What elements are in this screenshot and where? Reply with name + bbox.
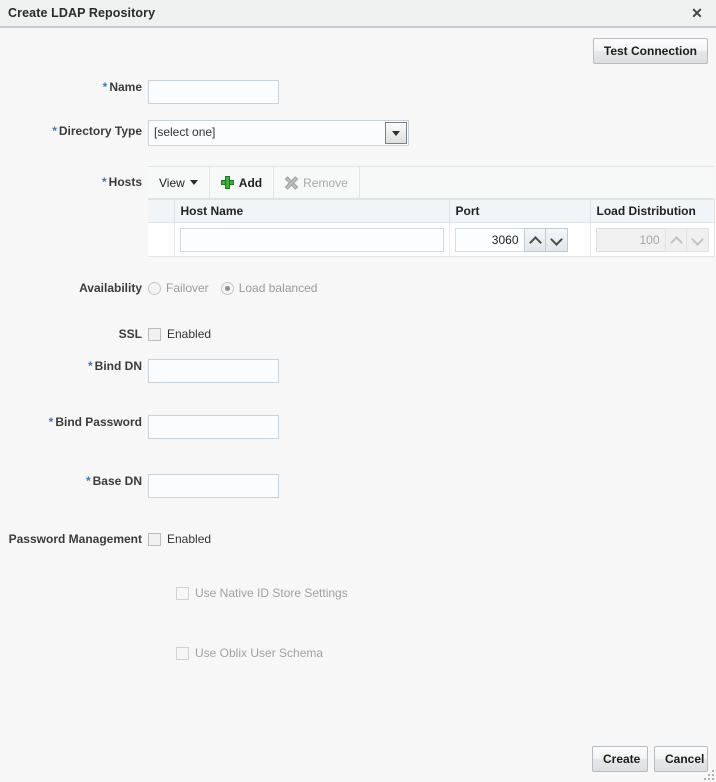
base-dn-field-wrap (148, 474, 716, 498)
load-distribution-decrement-icon (686, 227, 709, 252)
hosts-remove-button: Remove (274, 167, 360, 199)
plus-icon (220, 176, 234, 189)
directory-type-select[interactable]: [select one] (148, 120, 409, 146)
field-row-bind-dn: * Bind DN (0, 359, 716, 383)
hosts-add-button[interactable]: Add (209, 167, 275, 199)
availability-radio-failover (148, 281, 161, 295)
base-dn-label: * Base DN (85, 474, 142, 488)
close-icon[interactable]: ✕ (688, 4, 706, 22)
required-marker: * (88, 359, 93, 373)
hosts-row-port-cell (449, 222, 591, 257)
field-row-ssl: SSL Enabled (0, 327, 716, 341)
password-management-label: Password Management (8, 532, 142, 546)
password-management-field-wrap: Enabled (148, 532, 716, 546)
field-row-directory-type: * Directory Type [select one] (0, 120, 716, 146)
hosts-col-host-name: Host Name (174, 199, 450, 223)
x-cross-icon (285, 176, 298, 189)
hosts-table-toolbar: View Add Remove (148, 166, 714, 199)
port-stepper[interactable] (454, 227, 568, 252)
ssl-field-wrap: Enabled (148, 327, 716, 341)
table-row[interactable] (148, 222, 715, 257)
hosts-toolbar-filler (359, 167, 714, 199)
dialog-footer: Create Cancel (0, 736, 716, 782)
chevron-down-icon (189, 180, 198, 185)
bind-dn-input[interactable] (148, 359, 279, 383)
dialog-title: Create LDAP Repository (8, 6, 156, 20)
use-oblix-user-schema-field-wrap: Use Oblix User Schema (148, 646, 716, 660)
port-decrement-icon[interactable] (545, 227, 568, 252)
availability-radio-load-balanced (220, 281, 234, 295)
bind-dn-field-wrap (148, 359, 716, 383)
name-input[interactable] (148, 80, 279, 104)
name-label: * Name (102, 80, 142, 94)
use-native-id-store-field-wrap: Use Native ID Store Settings (148, 586, 716, 600)
ssl-enabled-checkbox[interactable] (148, 327, 161, 341)
hosts-row-host-name-cell (174, 222, 450, 257)
hosts-col-select (148, 199, 175, 223)
hosts-col-port: Port (449, 199, 591, 223)
bind-password-input[interactable] (148, 415, 279, 439)
required-marker: * (101, 175, 107, 189)
hosts-remove-label: Remove (303, 175, 348, 190)
chevron-down-icon[interactable] (385, 122, 407, 144)
host-name-input[interactable] (179, 227, 444, 252)
availability-label: Availability (79, 281, 142, 295)
use-oblix-user-schema-checkbox (176, 646, 189, 660)
availability-radio-load-balanced-label: Load balanced (238, 281, 318, 295)
bind-password-field-wrap (148, 415, 716, 439)
port-input[interactable] (454, 227, 524, 252)
ldap-repository-form: * Name * Directory Type [select one] * Host… (0, 80, 716, 660)
field-row-bind-password: * Bind Password (0, 415, 716, 439)
field-row-name: * Name (0, 80, 716, 104)
load-distribution-increment-icon (664, 227, 687, 252)
cancel-button[interactable]: Cancel (654, 746, 708, 772)
field-row-use-native-id-store: Use Native ID Store Settings (0, 586, 716, 600)
use-oblix-user-schema-label: Use Oblix User Schema (195, 646, 324, 660)
hosts-add-label: Add (238, 175, 263, 190)
load-distribution-input (595, 227, 665, 252)
create-ldap-repository-dialog: Create LDAP Repository ✕ Test Connection… (0, 0, 716, 782)
name-field-wrap (148, 80, 716, 104)
password-management-enabled-checkbox[interactable] (148, 532, 161, 546)
dialog-title-bar: Create LDAP Repository ✕ (0, 0, 716, 28)
resize-grip-icon[interactable] (702, 768, 714, 780)
port-increment-icon[interactable] (523, 227, 546, 252)
field-row-hosts: * Hosts View Add Remove Host Name Port L… (0, 166, 716, 257)
base-dn-input[interactable] (148, 474, 279, 498)
hosts-table: Host Name Port Load Distribution (148, 199, 715, 257)
directory-type-label: * Directory Type (52, 124, 142, 138)
availability-radio-failover-label: Failover (166, 281, 209, 295)
password-management-enabled-label: Enabled (167, 532, 212, 546)
bind-password-label: * Bind Password (48, 415, 142, 429)
ssl-label: SSL (118, 327, 142, 341)
field-row-base-dn: * Base DN (0, 474, 716, 498)
hosts-view-menu-label: View (159, 175, 185, 190)
directory-type-selected-value: [select one] (154, 125, 216, 139)
field-row-use-oblix-user-schema: Use Oblix User Schema (0, 646, 716, 660)
create-button[interactable]: Create (592, 746, 648, 772)
hosts-col-load-distribution: Load Distribution (590, 199, 715, 223)
hosts-view-menu[interactable]: View (148, 167, 210, 199)
ssl-enabled-label: Enabled (167, 327, 212, 341)
test-connection-button[interactable]: Test Connection (592, 38, 708, 64)
directory-type-field-wrap: [select one] (148, 120, 716, 146)
hosts-panel: View Add Remove Host Name Port Load Dist… (148, 166, 715, 257)
required-marker: * (102, 80, 108, 94)
hosts-row-select-cell[interactable] (148, 222, 175, 257)
availability-options: Failover Load balanced (148, 281, 716, 295)
bind-dn-label: * Bind DN (88, 359, 142, 373)
hosts-label: * Hosts (101, 175, 142, 189)
required-marker: * (52, 124, 57, 138)
field-row-availability: Availability Failover Load balanced (0, 281, 716, 295)
load-distribution-stepper (595, 227, 709, 252)
hosts-table-header-row: Host Name Port Load Distribution (148, 199, 715, 223)
field-row-password-management: Password Management Enabled (0, 532, 716, 546)
use-native-id-store-checkbox (176, 586, 189, 600)
dialog-toolbar: Test Connection (0, 28, 716, 78)
hosts-row-load-distribution-cell (590, 222, 715, 257)
hosts-field-wrap: View Add Remove Host Name Port Load Dist… (148, 166, 716, 257)
required-marker: * (48, 415, 54, 429)
use-native-id-store-label: Use Native ID Store Settings (195, 586, 348, 600)
required-marker: * (85, 474, 91, 488)
